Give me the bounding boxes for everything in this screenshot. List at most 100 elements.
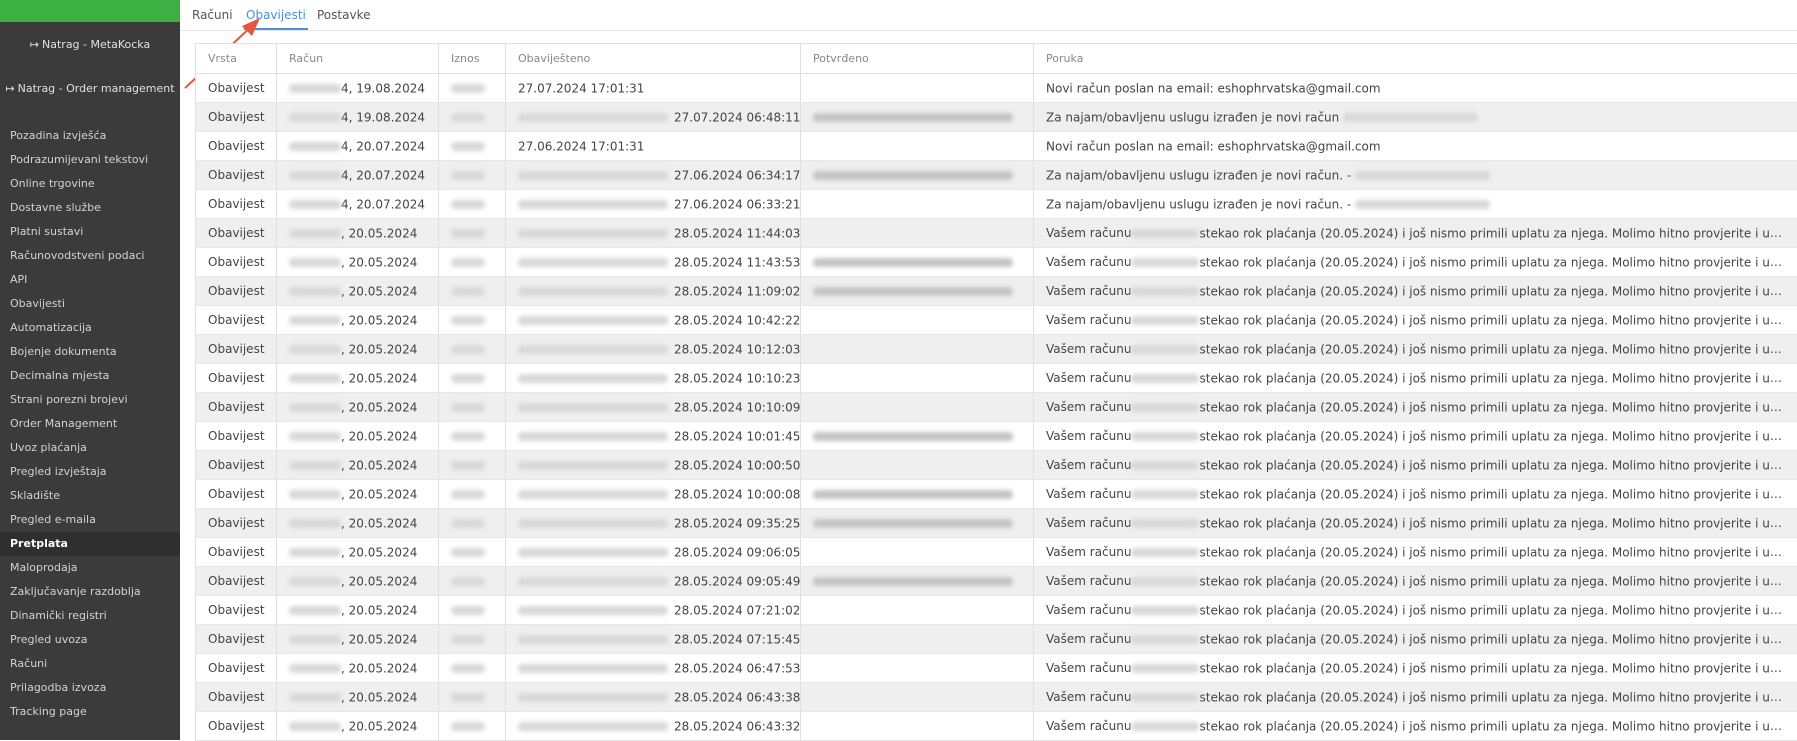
sidebar-item[interactable]: Prilagodba izvoza [0,676,180,700]
cell-racun[interactable]: , 20.05.2024 [277,219,439,248]
cell-potvrdeno [801,364,1034,393]
sidebar-item[interactable]: Zaključavanje razdoblja [0,580,180,604]
col-header-poruka[interactable]: Poruka [1034,44,1797,74]
cell-racun[interactable]: , 20.05.2024 [277,480,439,509]
table-row[interactable]: Obavijest, 20.05.202428.05.2024 10:00:50… [196,451,1797,480]
cell-racun[interactable]: , 20.05.2024 [277,509,439,538]
cell-racun[interactable]: , 20.05.2024 [277,422,439,451]
cell-racun[interactable]: , 20.05.2024 [277,538,439,567]
poruka-prefix: Vašem računu [1046,661,1131,675]
sidebar-item[interactable]: Pregled izvještaja [0,460,180,484]
cell-iznos [439,219,506,248]
table-row[interactable]: Obavijest, 20.05.202428.05.2024 09:05:49… [196,567,1797,596]
racun-text: , 20.05.2024 [341,574,417,588]
cell-racun[interactable]: , 20.05.2024 [277,451,439,480]
table-row[interactable]: Obavijest, 20.05.202428.05.2024 09:35:25… [196,509,1797,538]
cell-obavijesteno: 28.05.2024 10:10:09 [506,393,801,422]
cell-obavijesteno: 27.06.2024 17:01:31 [506,132,801,161]
sidebar-item[interactable]: Decimalna mjesta [0,364,180,388]
sidebar-item[interactable]: Obavijesti [0,292,180,316]
obavijesteno-text: 27.06.2024 17:01:31 [518,139,644,153]
sidebar-item[interactable]: Podrazumijevani tekstovi [0,148,180,172]
table-row[interactable]: Obavijest, 20.05.202428.05.2024 10:10:09… [196,393,1797,422]
cell-racun[interactable]: , 20.05.2024 [277,277,439,306]
table-row[interactable]: Obavijest, 20.05.202428.05.2024 06:43:32… [196,712,1797,741]
table-row[interactable]: Obavijest4, 19.08.202427.07.2024 17:01:3… [196,74,1797,103]
sidebar-item[interactable]: Pregled uvoza [0,628,180,652]
col-header-obavijesteno[interactable]: Obaviješteno [506,44,801,74]
cell-poruka: Vašem računustekao rok plaćanja (20.05.2… [1034,451,1797,480]
sidebar-item[interactable]: Računovodstveni podaci [0,244,180,268]
table-row[interactable]: Obavijest4, 20.07.202427.06.2024 06:34:1… [196,161,1797,190]
sidebar-item[interactable]: Platni sustavi [0,220,180,244]
cell-racun[interactable]: 4, 20.07.2024 [277,161,439,190]
table-row[interactable]: Obavijest, 20.05.202428.05.2024 10:01:45… [196,422,1797,451]
table-row[interactable]: Obavijest, 20.05.202428.05.2024 11:44:03… [196,219,1797,248]
table-row[interactable]: Obavijest4, 20.07.202427.06.2024 06:33:2… [196,190,1797,219]
table-row[interactable]: Obavijest, 20.05.202428.05.2024 10:10:23… [196,364,1797,393]
racun-text: , 20.05.2024 [341,400,417,414]
sidebar-item[interactable]: Skladište [0,484,180,508]
cell-racun[interactable]: , 20.05.2024 [277,364,439,393]
cell-racun[interactable]: , 20.05.2024 [277,393,439,422]
cell-obavijesteno: 28.05.2024 07:21:02 [506,596,801,625]
cell-racun[interactable]: 4, 19.08.2024 [277,103,439,132]
cell-potvrdeno [801,509,1034,538]
racun-text: 4, 19.08.2024 [341,81,425,95]
cell-racun[interactable]: , 20.05.2024 [277,712,439,741]
sidebar-item[interactable]: Dostavne službe [0,196,180,220]
sidebar-item[interactable]: Bojenje dokumenta [0,340,180,364]
table-row[interactable]: Obavijest, 20.05.202428.05.2024 11:43:53… [196,248,1797,277]
col-header-potvrdeno[interactable]: Potvrđeno [801,44,1034,74]
col-header-vrsta[interactable]: Vrsta [196,44,277,74]
tab-postavke[interactable]: Postavke [315,0,372,30]
sidebar-item[interactable]: Uvoz plaćanja [0,436,180,460]
table-row[interactable]: Obavijest, 20.05.202428.05.2024 09:06:05… [196,538,1797,567]
table-row[interactable]: Obavijest4, 19.08.202427.07.2024 06:48:1… [196,103,1797,132]
poruka-prefix: Vašem računu [1046,516,1131,530]
cell-vrsta: Obavijest [196,364,277,393]
sidebar-item[interactable]: Online trgovine [0,172,180,196]
cell-racun[interactable]: , 20.05.2024 [277,654,439,683]
table-row[interactable]: Obavijest, 20.05.202428.05.2024 06:43:38… [196,683,1797,712]
cell-racun[interactable]: , 20.05.2024 [277,248,439,277]
cell-racun[interactable]: , 20.05.2024 [277,567,439,596]
sidebar-item[interactable]: Order Management [0,412,180,436]
sidebar-item[interactable]: Tracking page [0,700,180,724]
cell-racun[interactable]: 4, 20.07.2024 [277,132,439,161]
col-header-racun[interactable]: Račun [277,44,439,74]
cell-racun[interactable]: , 20.05.2024 [277,683,439,712]
sidebar-item[interactable]: API [0,268,180,292]
sidebar-item[interactable]: Maloprodaja [0,556,180,580]
cell-racun[interactable]: 4, 19.08.2024 [277,74,439,103]
table-row[interactable]: Obavijest, 20.05.202428.05.2024 11:09:02… [196,277,1797,306]
cell-racun[interactable]: , 20.05.2024 [277,335,439,364]
sidebar-item[interactable]: Računi [0,652,180,676]
sidebar-item[interactable]: Strani porezni brojevi [0,388,180,412]
back-metakocka-link[interactable]: ↦Natrag - MetaKocka [0,38,180,51]
cell-racun[interactable]: , 20.05.2024 [277,596,439,625]
cell-obavijesteno: 28.05.2024 10:00:08 [506,480,801,509]
col-header-iznos[interactable]: Iznos [439,44,506,74]
cell-racun[interactable]: , 20.05.2024 [277,625,439,654]
cell-racun[interactable]: , 20.05.2024 [277,306,439,335]
sidebar-item[interactable]: Pregled e-maila [0,508,180,532]
sidebar-item[interactable]: Pozadina izvješća [0,124,180,148]
sidebar-item[interactable]: Automatizacija [0,316,180,340]
poruka-text: stekao rok plaćanja (20.05.2024) i još n… [1199,719,1797,734]
obavijesteno-text: 28.05.2024 06:43:38 [674,690,800,704]
table-row[interactable]: Obavijest, 20.05.202428.05.2024 10:12:03… [196,335,1797,364]
sidebar-item[interactable]: Dinamički registri [0,604,180,628]
back-order-management-link[interactable]: ↦Natrag - Order management [0,82,180,95]
poruka-text: stekao rok plaćanja (20.05.2024) i još n… [1199,284,1797,299]
cell-racun[interactable]: 4, 20.07.2024 [277,190,439,219]
table-row[interactable]: Obavijest, 20.05.202428.05.2024 06:47:53… [196,654,1797,683]
racun-text: , 20.05.2024 [341,226,417,240]
table-row[interactable]: Obavijest, 20.05.202428.05.2024 07:15:45… [196,625,1797,654]
table-row[interactable]: Obavijest, 20.05.202428.05.2024 07:21:02… [196,596,1797,625]
table-row[interactable]: Obavijest, 20.05.202428.05.2024 10:42:22… [196,306,1797,335]
sidebar-item[interactable]: Pretplata [0,532,180,556]
table-row[interactable]: Obavijest, 20.05.202428.05.2024 10:00:08… [196,480,1797,509]
table-row[interactable]: Obavijest4, 20.07.202427.06.2024 17:01:3… [196,132,1797,161]
cell-vrsta: Obavijest [196,712,277,741]
